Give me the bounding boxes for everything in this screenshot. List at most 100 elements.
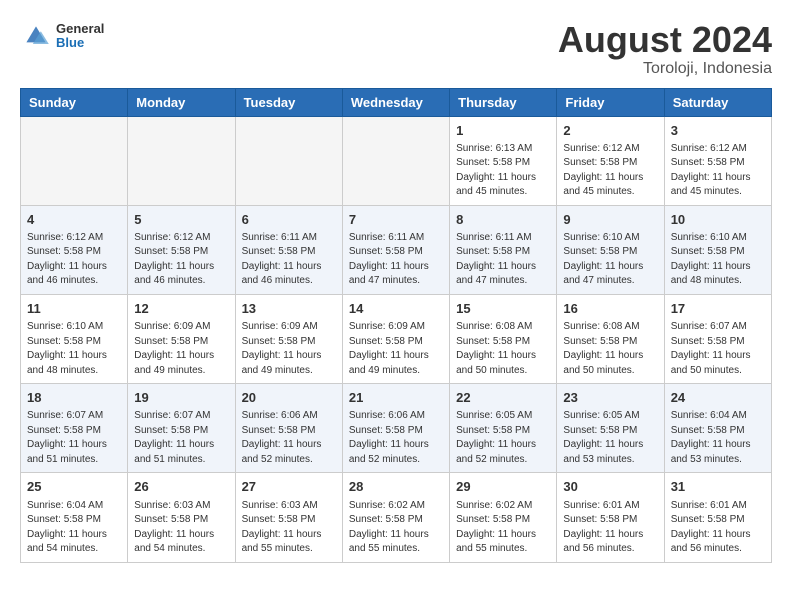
calendar-cell: 4 Sunrise: 6:12 AMSunset: 5:58 PMDaylight… <box>21 205 128 294</box>
day-number: 11 <box>27 300 121 318</box>
day-info: Sunrise: 6:04 AMSunset: 5:58 PMDaylight:… <box>27 499 121 557</box>
day-number: 26 <box>134 478 228 496</box>
calendar-cell: 16 Sunrise: 6:08 AMSunset: 5:58 PMDayligh… <box>557 294 664 383</box>
day-info: Sunrise: 6:09 AMSunset: 5:58 PMDaylight:… <box>134 320 228 378</box>
day-number: 21 <box>349 389 443 407</box>
day-info: Sunrise: 6:01 AMSunset: 5:58 PMDaylight:… <box>671 499 765 557</box>
day-header-tuesday: Tuesday <box>235 88 342 116</box>
logo-text: General Blue <box>56 22 104 51</box>
day-number: 10 <box>671 211 765 229</box>
calendar-cell: 15Sunrise: 6:08 AMSunset: 5:58 PMDayligh… <box>450 294 557 383</box>
calendar-cell: 19Sunrise: 6:07 AMSunset: 5:58 PMDayligh… <box>128 384 235 473</box>
calendar-cell: 9Sunrise: 6:10 AMSunset: 5:58 PMDaylight… <box>557 205 664 294</box>
day-number: 18 <box>27 389 121 407</box>
day-info: Sunrise: 6:12 AMSunset: 5:58 PMDaylight:… <box>563 142 657 200</box>
day-number: 6 <box>242 211 336 229</box>
day-info: Sunrise: 6:10 AMSunset: 5:58 PMDaylight:… <box>27 320 121 378</box>
calendar-header-row: SundayMondayTuesdayWednesdayThursdayFrid… <box>21 88 772 116</box>
calendar-cell: 7Sunrise: 6:11 AMSunset: 5:58 PMDaylight… <box>342 205 449 294</box>
calendar-cell: 17 Sunrise: 6:07 AMSunset: 5:58 PMDayligh… <box>664 294 771 383</box>
calendar-cell: 11 Sunrise: 6:10 AMSunset: 5:58 PMDayligh… <box>21 294 128 383</box>
calendar-cell: 25 Sunrise: 6:04 AMSunset: 5:58 PMDayligh… <box>21 473 128 562</box>
day-number: 12 <box>134 300 228 318</box>
day-number: 23 <box>563 389 657 407</box>
logo: General Blue <box>20 20 104 52</box>
logo-general: General <box>56 22 104 36</box>
day-number: 20 <box>242 389 336 407</box>
title-block: August 2024 Toroloji, Indonesia <box>558 20 772 78</box>
day-info: Sunrise: 6:07 AMSunset: 5:58 PMDaylight:… <box>27 409 121 467</box>
calendar-week-row: 4 Sunrise: 6:12 AMSunset: 5:58 PMDaylight… <box>21 205 772 294</box>
day-info: Sunrise: 6:12 AMSunset: 5:58 PMDaylight:… <box>27 231 121 289</box>
day-info: Sunrise: 6:07 AMSunset: 5:58 PMDaylight:… <box>134 409 228 467</box>
day-info: Sunrise: 6:11 AMSunset: 5:58 PMDaylight:… <box>456 231 550 289</box>
day-number: 17 <box>671 300 765 318</box>
day-info: Sunrise: 6:07 AMSunset: 5:58 PMDaylight:… <box>671 320 765 378</box>
day-number: 8 <box>456 211 550 229</box>
day-header-monday: Monday <box>128 88 235 116</box>
calendar-cell: 20 Sunrise: 6:06 AMSunset: 5:58 PMDayligh… <box>235 384 342 473</box>
logo-blue: Blue <box>56 36 104 50</box>
day-header-wednesday: Wednesday <box>342 88 449 116</box>
calendar: SundayMondayTuesdayWednesdayThursdayFrid… <box>20 88 772 563</box>
day-number: 31 <box>671 478 765 496</box>
day-header-thursday: Thursday <box>450 88 557 116</box>
calendar-cell: 26Sunrise: 6:03 AMSunset: 5:58 PMDayligh… <box>128 473 235 562</box>
day-header-sunday: Sunday <box>21 88 128 116</box>
day-info: Sunrise: 6:02 AMSunset: 5:58 PMDaylight:… <box>349 499 443 557</box>
day-number: 25 <box>27 478 121 496</box>
day-number: 24 <box>671 389 765 407</box>
day-info: Sunrise: 6:09 AMSunset: 5:58 PMDaylight:… <box>242 320 336 378</box>
calendar-cell: 28 Sunrise: 6:02 AMSunset: 5:58 PMDayligh… <box>342 473 449 562</box>
day-info: Sunrise: 6:03 AMSunset: 5:58 PMDaylight:… <box>242 499 336 557</box>
calendar-cell: 8 Sunrise: 6:11 AMSunset: 5:58 PMDaylight… <box>450 205 557 294</box>
calendar-cell: 30 Sunrise: 6:01 AMSunset: 5:58 PMDayligh… <box>557 473 664 562</box>
day-number: 13 <box>242 300 336 318</box>
day-number: 16 <box>563 300 657 318</box>
day-number: 3 <box>671 122 765 140</box>
calendar-week-row: 11 Sunrise: 6:10 AMSunset: 5:58 PMDayligh… <box>21 294 772 383</box>
calendar-cell: 6Sunrise: 6:11 AMSunset: 5:58 PMDaylight… <box>235 205 342 294</box>
day-number: 29 <box>456 478 550 496</box>
day-info: Sunrise: 6:05 AMSunset: 5:58 PMDaylight:… <box>563 409 657 467</box>
calendar-week-row: 1Sunrise: 6:13 AMSunset: 5:58 PMDaylight… <box>21 116 772 205</box>
day-info: Sunrise: 6:12 AMSunset: 5:58 PMDaylight:… <box>134 231 228 289</box>
calendar-cell: 31 Sunrise: 6:01 AMSunset: 5:58 PMDayligh… <box>664 473 771 562</box>
day-info: Sunrise: 6:12 AMSunset: 5:58 PMDaylight:… <box>671 142 765 200</box>
calendar-cell: 24Sunrise: 6:04 AMSunset: 5:58 PMDayligh… <box>664 384 771 473</box>
calendar-cell: 23 Sunrise: 6:05 AMSunset: 5:58 PMDayligh… <box>557 384 664 473</box>
calendar-cell: 27 Sunrise: 6:03 AMSunset: 5:58 PMDayligh… <box>235 473 342 562</box>
day-info: Sunrise: 6:08 AMSunset: 5:58 PMDaylight:… <box>456 320 550 378</box>
calendar-week-row: 25 Sunrise: 6:04 AMSunset: 5:58 PMDayligh… <box>21 473 772 562</box>
day-number: 14 <box>349 300 443 318</box>
day-number: 22 <box>456 389 550 407</box>
day-number: 2 <box>563 122 657 140</box>
day-info: Sunrise: 6:06 AMSunset: 5:58 PMDaylight:… <box>349 409 443 467</box>
day-number: 28 <box>349 478 443 496</box>
day-info: Sunrise: 6:06 AMSunset: 5:58 PMDaylight:… <box>242 409 336 467</box>
logo-icon <box>20 20 52 52</box>
calendar-cell <box>235 116 342 205</box>
day-number: 30 <box>563 478 657 496</box>
day-number: 4 <box>27 211 121 229</box>
day-number: 9 <box>563 211 657 229</box>
calendar-cell: 21 Sunrise: 6:06 AMSunset: 5:58 PMDayligh… <box>342 384 449 473</box>
calendar-week-row: 18 Sunrise: 6:07 AMSunset: 5:58 PMDayligh… <box>21 384 772 473</box>
day-info: Sunrise: 6:02 AMSunset: 5:58 PMDaylight:… <box>456 499 550 557</box>
calendar-cell <box>342 116 449 205</box>
calendar-cell <box>21 116 128 205</box>
day-header-friday: Friday <box>557 88 664 116</box>
calendar-cell: 14 Sunrise: 6:09 AMSunset: 5:58 PMDayligh… <box>342 294 449 383</box>
day-info: Sunrise: 6:01 AMSunset: 5:58 PMDaylight:… <box>563 499 657 557</box>
day-info: Sunrise: 6:08 AMSunset: 5:58 PMDaylight:… <box>563 320 657 378</box>
day-info: Sunrise: 6:09 AMSunset: 5:58 PMDaylight:… <box>349 320 443 378</box>
calendar-cell: 18 Sunrise: 6:07 AMSunset: 5:58 PMDayligh… <box>21 384 128 473</box>
day-number: 27 <box>242 478 336 496</box>
page-header: General Blue August 2024 Toroloji, Indon… <box>20 20 772 78</box>
calendar-cell: 3 Sunrise: 6:12 AMSunset: 5:58 PMDaylight… <box>664 116 771 205</box>
calendar-cell: 12 Sunrise: 6:09 AMSunset: 5:58 PMDayligh… <box>128 294 235 383</box>
calendar-cell: 2 Sunrise: 6:12 AMSunset: 5:58 PMDaylight… <box>557 116 664 205</box>
day-header-saturday: Saturday <box>664 88 771 116</box>
day-info: Sunrise: 6:05 AMSunset: 5:58 PMDaylight:… <box>456 409 550 467</box>
calendar-cell: 29 Sunrise: 6:02 AMSunset: 5:58 PMDayligh… <box>450 473 557 562</box>
